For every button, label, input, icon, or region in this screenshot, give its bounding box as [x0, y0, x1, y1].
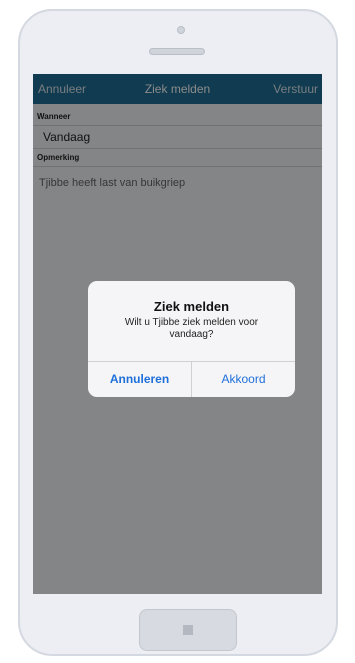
- confirm-dialog: Ziek melden Wilt u Tjibbe ziek melden vo…: [88, 281, 295, 397]
- camera-icon: [177, 26, 185, 34]
- dialog-message: Wilt u Tjibbe ziek melden voor vandaag?: [124, 317, 259, 340]
- confirm-button[interactable]: Akkoord: [192, 362, 295, 397]
- speaker-icon: [149, 48, 205, 55]
- home-button[interactable]: [139, 609, 237, 651]
- cancel-button[interactable]: Annuleren: [88, 362, 191, 397]
- home-icon: [183, 625, 193, 635]
- app-screen: Annuleer Ziek melden Verstuur Wanneer Va…: [33, 74, 322, 594]
- dialog-title: Ziek melden: [153, 299, 230, 314]
